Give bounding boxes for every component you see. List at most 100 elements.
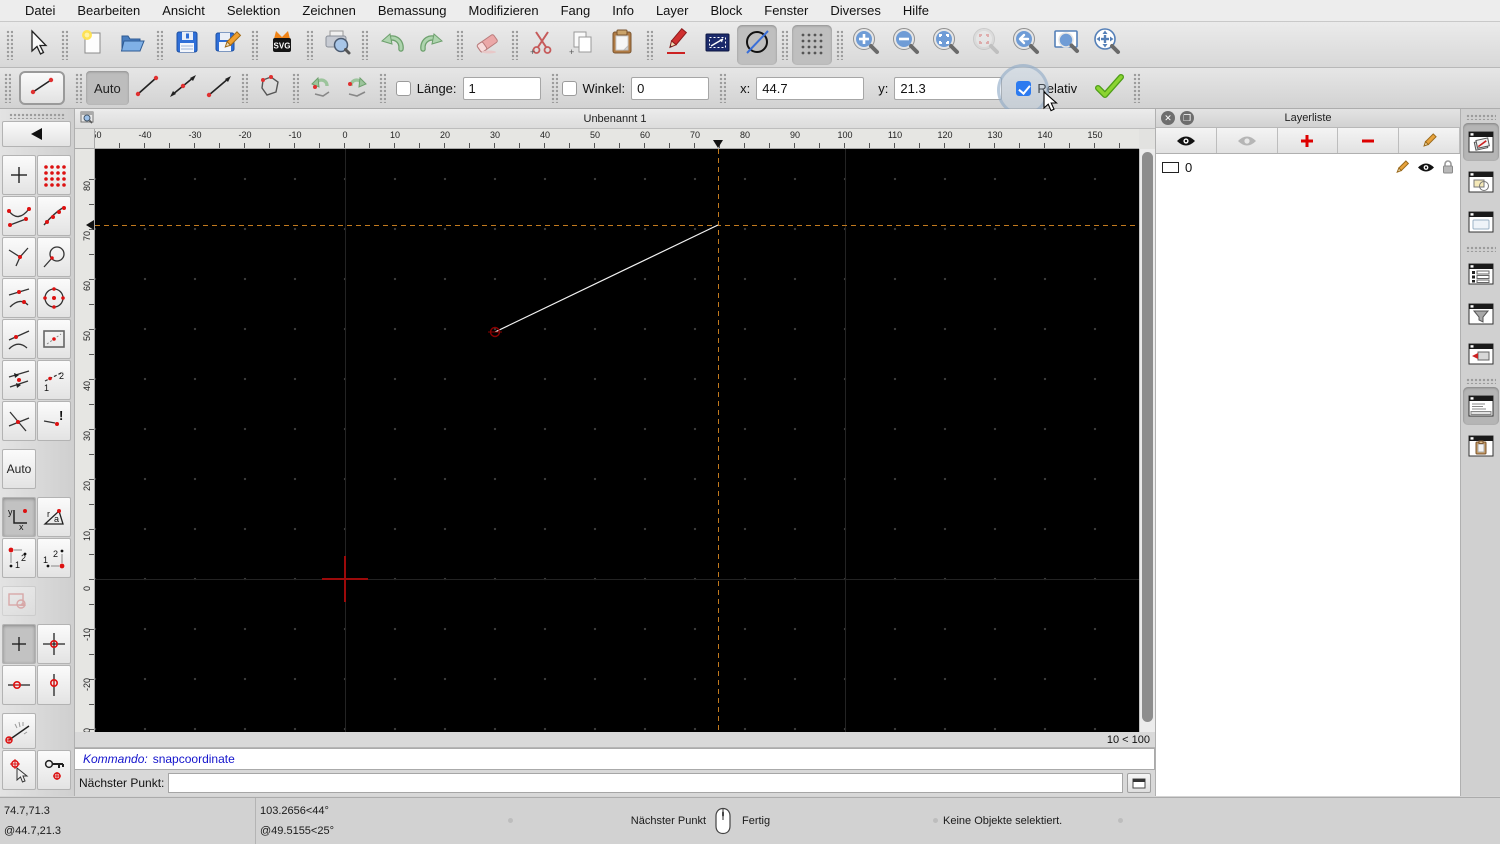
confirm-button[interactable] — [1091, 71, 1127, 105]
save-as-button[interactable] — [207, 25, 247, 65]
palette-back-button[interactable] — [2, 121, 71, 147]
vertical-scrollbar[interactable] — [1139, 149, 1155, 732]
menu-zeichnen[interactable]: Zeichnen — [291, 3, 366, 18]
active-tool-indicator[interactable] — [19, 71, 65, 105]
zoom-window-button[interactable] — [1047, 25, 1087, 65]
dock-filter-button[interactable] — [1463, 295, 1499, 333]
y-input[interactable] — [894, 76, 1003, 100]
command-input[interactable] — [168, 773, 1123, 793]
toolbar-grip[interactable] — [646, 29, 653, 60]
snap-tangential-button[interactable] — [2, 360, 36, 400]
toolbar-grip[interactable] — [719, 73, 727, 103]
zoom-previous-button[interactable] — [1007, 25, 1047, 65]
toolbar-grip[interactable] — [75, 73, 82, 103]
snap-auto-button[interactable]: Auto — [2, 449, 36, 489]
coordinate-cartesian-button[interactable]: yx — [2, 497, 36, 537]
layer-visible-icon[interactable] — [1417, 162, 1435, 173]
draft-mode-button[interactable] — [737, 24, 777, 65]
menu-datei[interactable]: Datei — [14, 3, 66, 18]
line-ray-mode-button[interactable] — [201, 71, 237, 105]
toolbar-grip[interactable] — [6, 29, 13, 60]
scrollbar-thumb[interactable] — [1142, 152, 1153, 722]
layer-row[interactable]: 0 — [1162, 157, 1454, 177]
toolbar-grip[interactable] — [1133, 73, 1141, 103]
redo-button[interactable] — [412, 25, 452, 65]
menu-hilfe[interactable]: Hilfe — [892, 3, 940, 18]
set-relative-angle-button[interactable] — [2, 713, 36, 749]
menu-info[interactable]: Info — [601, 3, 645, 18]
snap-distance-button[interactable]: 12 — [37, 360, 71, 400]
set-relative-zero-button[interactable] — [2, 750, 36, 790]
toolbar-grip[interactable] — [9, 113, 65, 119]
dock-layer-list-button[interactable] — [1462, 123, 1499, 161]
laenge-checkbox[interactable] — [395, 80, 411, 96]
winkel-input[interactable] — [631, 76, 710, 100]
zoom-auto-button[interactable] — [927, 25, 967, 65]
x-input[interactable] — [756, 76, 865, 100]
open-document-button[interactable] — [112, 25, 152, 65]
save-button[interactable] — [167, 25, 207, 65]
lock-relative-zero-button[interactable] — [37, 750, 71, 790]
toolbar-grip[interactable] — [378, 73, 386, 103]
hide-all-layers-button[interactable] — [1216, 128, 1278, 153]
drawing-canvas[interactable] — [95, 149, 1139, 732]
toolbar-grip[interactable] — [361, 29, 368, 60]
delete-button[interactable] — [467, 25, 507, 65]
snap-on-entity-button[interactable] — [37, 196, 71, 236]
dock-library-browser-button[interactable] — [1463, 203, 1499, 241]
layer-color-swatch[interactable] — [1162, 161, 1179, 173]
undo-segment-button[interactable] — [303, 71, 339, 105]
toolbar-grip[interactable] — [306, 29, 313, 60]
snap-nearest-button[interactable] — [2, 319, 36, 359]
menu-block[interactable]: Block — [699, 3, 753, 18]
menu-selektion[interactable]: Selektion — [216, 3, 291, 18]
toolbar-grip[interactable] — [156, 29, 163, 60]
snap-center-button[interactable] — [37, 278, 71, 318]
snap-tangent-button[interactable] — [37, 237, 71, 277]
copy-button[interactable]: + — [562, 25, 602, 65]
restrict-horizontal-button[interactable] — [2, 665, 36, 705]
toolbar-grip[interactable] — [456, 29, 463, 60]
line-segment-mode-button[interactable] — [129, 71, 165, 105]
laenge-input[interactable] — [462, 76, 541, 100]
toolbar-grip[interactable] — [1465, 114, 1496, 120]
menu-diverses[interactable]: Diverses — [819, 3, 892, 18]
menu-fang[interactable]: Fang — [550, 3, 602, 18]
select-pointer-button[interactable] — [17, 25, 57, 65]
undo-button[interactable] — [372, 25, 412, 65]
coordinate-polar-button[interactable]: ra — [37, 497, 71, 537]
snap-intersection-button[interactable] — [2, 401, 36, 441]
dock-entity-list-button[interactable] — [1463, 255, 1499, 293]
restrict-nothing-button[interactable] — [2, 624, 36, 664]
winkel-checkbox[interactable] — [561, 80, 577, 96]
layer-edit-icon[interactable] — [1395, 159, 1410, 175]
snap-middle-button[interactable] — [2, 278, 36, 318]
zoom-out-button[interactable] — [887, 25, 927, 65]
dock-command-widget-button[interactable] — [1462, 387, 1499, 425]
toolbar-grip[interactable] — [251, 29, 258, 60]
snap-endpoint-button[interactable] — [2, 196, 36, 236]
new-document-button[interactable] — [72, 25, 112, 65]
redo-segment-button[interactable] — [339, 71, 375, 105]
toolbar-grip[interactable] — [291, 73, 299, 103]
print-preview-button[interactable] — [317, 25, 357, 65]
edit-layer-button[interactable] — [1399, 128, 1460, 153]
edit-pencil-button[interactable] — [657, 25, 697, 65]
pan-zoom-button[interactable] — [1087, 25, 1127, 65]
menu-modifizieren[interactable]: Modifizieren — [458, 3, 550, 18]
dock-command-prompt-button[interactable] — [1463, 335, 1499, 373]
zoom-in-button[interactable] — [847, 25, 887, 65]
svg-export-button[interactable]: SVG — [262, 25, 302, 65]
command-detach-button[interactable] — [1127, 773, 1151, 793]
selection-window-button[interactable] — [697, 25, 737, 65]
zoom-selection-button[interactable] — [967, 25, 1007, 65]
toolbar-grip[interactable] — [781, 29, 788, 60]
add-layer-button[interactable] — [1277, 128, 1339, 153]
snap-free-button[interactable] — [2, 155, 36, 195]
toolbar-grip[interactable] — [836, 29, 843, 60]
grid-toggle-button[interactable] — [792, 24, 832, 65]
panel-float-icon[interactable]: ❐ — [1180, 111, 1194, 125]
restrict-vertical-button[interactable] — [37, 665, 71, 705]
toolbar-grip[interactable] — [511, 29, 518, 60]
show-all-layers-button[interactable] — [1156, 128, 1217, 153]
